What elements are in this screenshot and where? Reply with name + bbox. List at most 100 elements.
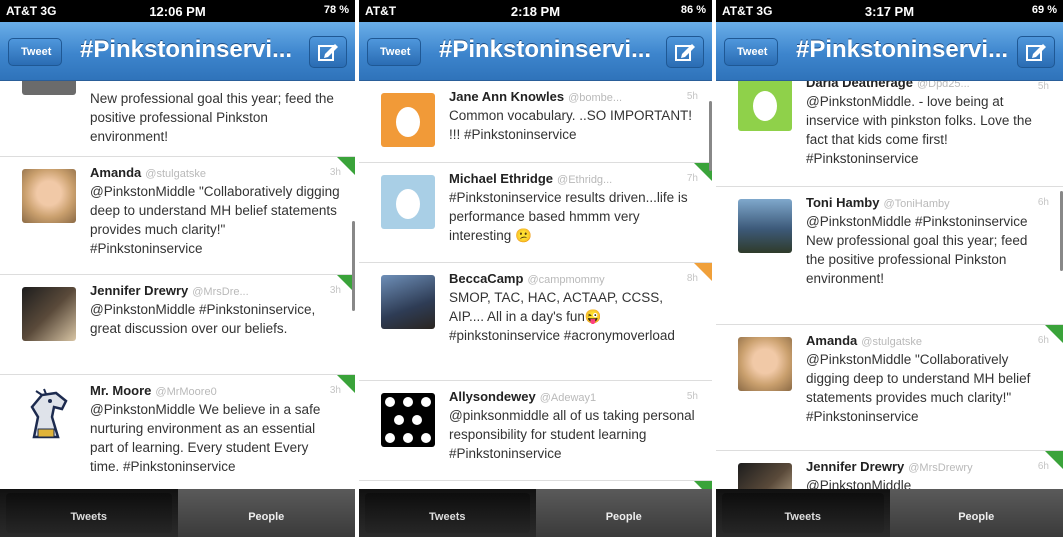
carrier-label: AT&T	[365, 4, 397, 18]
tweet-item[interactable]: 8h BeccaCamp @campmommy SMOP, TAC, HAC, A…	[359, 263, 712, 381]
tweet-text: @PinkstonMiddle #Pinkstoninservice, grea…	[90, 302, 316, 336]
tweet-item[interactable]: 6h Toni Hamby @ToniHamby @PinkstonMiddle …	[716, 187, 1063, 325]
avatar	[381, 175, 435, 229]
author-name[interactable]: Jennifer Drewry	[90, 283, 188, 298]
phone-screen-3: AT&T 3G 3:17 PM 69 % Tweet #Pinkstoninse…	[716, 0, 1063, 537]
tab-label: Tweets	[429, 511, 466, 523]
compose-button[interactable]	[309, 36, 347, 68]
status-bar: AT&T 3G 12:06 PM 78 %	[0, 0, 355, 22]
author-handle: @stulgatske	[861, 336, 922, 348]
author-handle: @stulgatske	[145, 168, 206, 180]
tweet-feed[interactable]: New professional goal this year; feed th…	[0, 81, 355, 489]
tab-people[interactable]: People	[177, 489, 355, 537]
avatar	[22, 81, 76, 95]
tweet-item[interactable]: New professional goal this year; feed th…	[0, 81, 355, 157]
author-handle: @MrMoore0	[155, 386, 217, 398]
tab-people[interactable]: People	[889, 489, 1063, 537]
author-handle: @bombe...	[568, 92, 623, 104]
tweet-item[interactable]: 5h Jane Ann Knowles @bombe... Common voca…	[359, 81, 712, 163]
tweet-text: @PinkstonMiddle #Pinkstoninservice New p…	[806, 214, 1028, 286]
avatar	[738, 463, 792, 489]
compose-icon	[675, 44, 695, 61]
tweet-text: @pinksonmiddle all of us taking personal…	[449, 408, 695, 461]
page-title: #Pinkstoninservi...	[439, 36, 652, 63]
compose-button[interactable]	[666, 36, 704, 68]
author-name[interactable]: Michael Ethridge	[449, 171, 553, 186]
page-title: #Pinkstoninservi...	[80, 36, 293, 63]
horse-mascot-icon	[30, 388, 68, 439]
battery-level: 69 %	[1031, 4, 1057, 16]
author-name[interactable]: Jennifer Drewry	[806, 459, 904, 474]
author-name[interactable]: Darla Deatherage	[806, 81, 913, 90]
tweet-item[interactable]: 3h Mr. Moore @MrMoore0 @PinkstonMiddle We…	[0, 375, 355, 489]
tweet-item[interactable]: 6h Amanda @stulgatske @PinkstonMiddle "Co…	[716, 325, 1063, 451]
clock: 3:17 PM	[864, 4, 915, 19]
egg-avatar-icon	[396, 107, 420, 137]
retweet-corner-icon	[694, 481, 712, 489]
author-handle: @Dpd25...	[916, 81, 970, 90]
compose-button[interactable]	[1017, 36, 1055, 68]
tweet-feed[interactable]: 5h Darla Deatherage @Dpd25... @PinkstonMi…	[716, 81, 1063, 489]
tweet-text: New professional goal this year; feed th…	[90, 91, 334, 144]
tweet-text: @PinkstonMiddle	[806, 478, 912, 489]
author-handle: @MrsDre...	[192, 286, 249, 298]
avatar	[381, 393, 435, 447]
battery-level: 78 %	[323, 4, 349, 16]
tweet-back-button[interactable]: Tweet	[8, 38, 63, 66]
tweet-text: @PinkstonMiddle We believe in a safe nur…	[90, 402, 321, 474]
author-name[interactable]: Amanda	[806, 333, 857, 348]
author-handle: @Adeway1	[539, 392, 597, 404]
egg-avatar-icon	[396, 189, 420, 219]
avatar	[381, 275, 435, 329]
tweet-item[interactable]: 3h Jennifer Drewry @MrsDre... @PinkstonMi…	[0, 275, 355, 375]
status-bar: AT&T 2:18 PM 86 %	[359, 0, 712, 22]
tab-tweets[interactable]: Tweets	[359, 489, 536, 537]
carrier-label: AT&T 3G	[722, 4, 773, 18]
author-name[interactable]: Toni Hamby	[806, 195, 879, 210]
avatar	[738, 81, 792, 131]
tweet-item[interactable]: 3h Amanda @stulgatske @PinkstonMiddle "Co…	[0, 157, 355, 275]
author-handle: @MrsDrewry	[908, 462, 973, 474]
tweet-text: @PinkstonMiddle. - love being at inservi…	[806, 94, 1032, 166]
author-name[interactable]: Mr. Moore	[90, 383, 151, 398]
avatar	[22, 169, 76, 223]
tweet-item[interactable]	[359, 481, 712, 489]
egg-avatar-icon	[753, 91, 777, 121]
navigation-bar: Tweet #Pinkstoninservi...	[0, 22, 355, 81]
tab-label: Tweets	[784, 511, 821, 523]
avatar	[22, 387, 76, 441]
tweet-item[interactable]: 6h Jennifer Drewry @MrsDrewry @PinkstonMi…	[716, 451, 1063, 489]
tab-people[interactable]: People	[535, 489, 712, 537]
polka-dot-avatar-icon	[385, 397, 431, 443]
tweet-text: #Pinkstoninservice results driven...life…	[449, 190, 688, 243]
phone-screen-1: AT&T 3G 12:06 PM 78 % Tweet #Pinkstonins…	[0, 0, 355, 537]
avatar	[22, 287, 76, 341]
tweet-text: @PinkstonMiddle "Collaboratively digging…	[806, 352, 1031, 424]
author-name[interactable]: BeccaCamp	[449, 271, 523, 286]
author-name[interactable]: Amanda	[90, 165, 141, 180]
tweet-back-button[interactable]: Tweet	[367, 38, 422, 66]
tweet-item[interactable]: 7h Michael Ethridge @Ethridg... #Pinkston…	[359, 163, 712, 263]
tweet-text: @PinkstonMiddle "Collaboratively digging…	[90, 184, 340, 256]
author-handle: @ToniHamby	[883, 198, 950, 210]
carrier-label: AT&T 3G	[6, 4, 57, 18]
tweet-text: SMOP, TAC, HAC, ACTAAP, CCSS, AIP.... Al…	[449, 290, 675, 343]
tweet-item[interactable]: 5h Allysondewey @Adeway1 @pinksonmiddle a…	[359, 381, 712, 481]
author-name[interactable]: Allysondewey	[449, 389, 536, 404]
tab-tweets[interactable]: Tweets	[716, 489, 890, 537]
author-name[interactable]: Jane Ann Knowles	[449, 89, 564, 104]
avatar	[738, 199, 792, 253]
tab-tweets[interactable]: Tweets	[0, 489, 178, 537]
navigation-bar: Tweet #Pinkstoninservi...	[716, 22, 1063, 81]
navigation-bar: Tweet #Pinkstoninservi...	[359, 22, 712, 81]
tweet-item[interactable]: 5h Darla Deatherage @Dpd25... @PinkstonMi…	[716, 81, 1063, 187]
avatar	[381, 93, 435, 147]
tab-bar: Tweets People	[0, 489, 355, 537]
compose-icon	[1026, 44, 1046, 61]
tweet-feed[interactable]: 5h Jane Ann Knowles @bombe... Common voca…	[359, 81, 712, 489]
tab-label: People	[605, 511, 642, 523]
tweet-back-button[interactable]: Tweet	[724, 38, 779, 66]
tab-label: Tweets	[70, 511, 107, 523]
compose-icon	[318, 44, 338, 61]
tab-label: People	[958, 511, 995, 523]
